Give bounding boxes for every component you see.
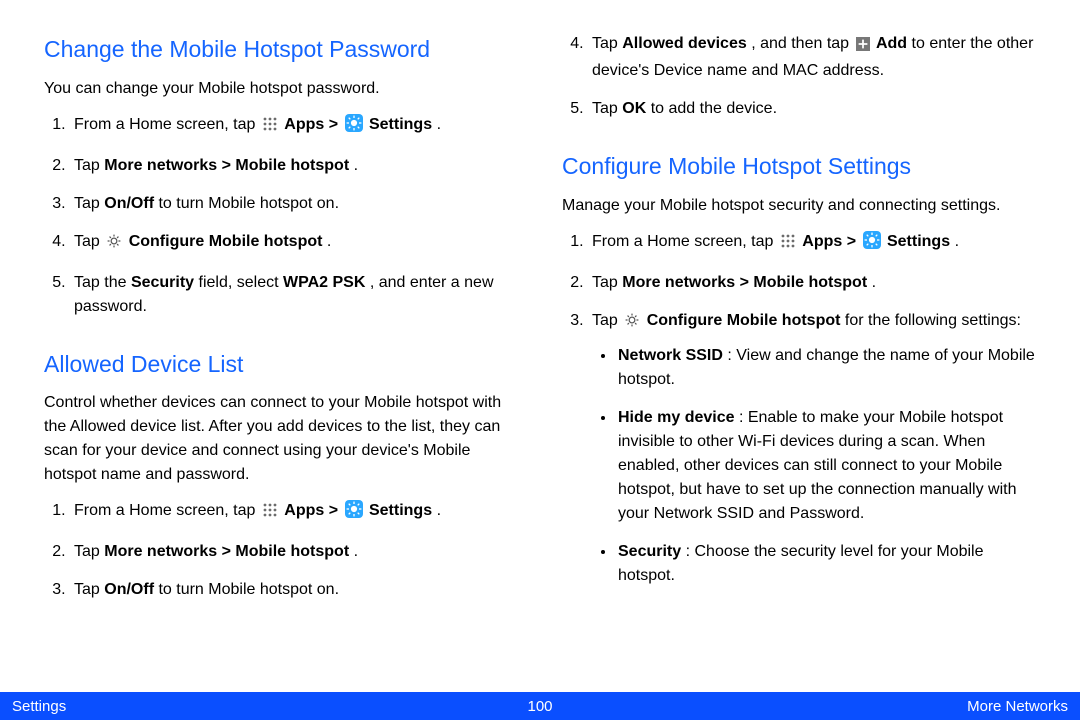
settings-label: Settings (369, 116, 432, 133)
text: field, select (199, 274, 283, 291)
gear-icon (624, 312, 640, 336)
heading-allowed-device-list: Allowed Device List (44, 347, 526, 382)
bold-text: Security (618, 543, 681, 560)
text: From a Home screen, tap (74, 502, 260, 519)
top-bar (0, 0, 1074, 4)
settings-icon (345, 500, 363, 526)
text: Tap (592, 100, 622, 117)
text: . (437, 502, 441, 519)
bold-text: OK (622, 100, 646, 117)
text: Tap (74, 233, 104, 250)
bold-text: More networks > Mobile hotspot (104, 157, 349, 174)
list-item: Tap More networks > Mobile hotspot . (588, 271, 1044, 295)
settings-bullets: Network SSID : View and change the name … (592, 344, 1044, 588)
apps-icon (262, 116, 278, 140)
text: to turn Mobile hotspot on. (158, 581, 339, 598)
steps-change-password: From a Home screen, tap Apps > Settings … (44, 113, 526, 319)
text: . (354, 157, 358, 174)
apps-label: Apps > (802, 233, 860, 250)
footer-left: Settings (12, 698, 66, 715)
bold-text: On/Off (104, 581, 154, 598)
text: Tap (74, 581, 104, 598)
text: From a Home screen, tap (592, 233, 778, 250)
text: . (872, 274, 876, 291)
text: to add the device. (651, 100, 777, 117)
text: for the following settings: (845, 312, 1021, 329)
bold-text: On/Off (104, 195, 154, 212)
list-item: Tap On/Off to turn Mobile hotspot on. (70, 578, 526, 602)
page-footer: Settings 100 More Networks (0, 692, 1080, 720)
footer-right: More Networks (967, 698, 1068, 715)
list-item: Tap OK to add the device. (588, 97, 1044, 121)
bold-text: Configure Mobile hotspot (647, 312, 841, 329)
bold-text: More networks > Mobile hotspot (104, 543, 349, 560)
lead-text: Control whether devices can connect to y… (44, 391, 526, 487)
bold-text: Network SSID (618, 347, 723, 364)
apps-icon (780, 233, 796, 257)
heading-change-password: Change the Mobile Hotspot Password (44, 32, 526, 67)
bold-text: Allowed devices (622, 35, 747, 52)
bold-text: Hide my device (618, 409, 735, 426)
bold-text: Configure Mobile hotspot (129, 233, 323, 250)
settings-icon (345, 114, 363, 140)
list-item: From a Home screen, tap Apps > Settings … (588, 230, 1044, 257)
text: to turn Mobile hotspot on. (158, 195, 339, 212)
text: Tap the (74, 274, 131, 291)
document-page: { "left": { "section_a": { "title": "Cha… (0, 0, 1080, 720)
apps-label: Apps > (284, 502, 342, 519)
list-item: Tap More networks > Mobile hotspot . (70, 154, 526, 178)
gear-icon (106, 233, 122, 257)
text: Tap (592, 312, 622, 329)
steps-configure: From a Home screen, tap Apps > Settings … (562, 230, 1044, 588)
list-item: Tap Allowed devices , and then tap Add t… (588, 32, 1044, 83)
two-column-layout: Change the Mobile Hotspot Password You c… (0, 0, 1080, 660)
apps-icon (262, 502, 278, 526)
text: Tap (74, 157, 104, 174)
bold-text: More networks > Mobile hotspot (622, 274, 867, 291)
right-column: Tap Allowed devices , and then tap Add t… (562, 32, 1044, 660)
list-item: Security : Choose the security level for… (616, 540, 1044, 588)
list-item: Tap Configure Mobile hotspot for the fol… (588, 309, 1044, 588)
left-column: Change the Mobile Hotspot Password You c… (44, 32, 526, 660)
apps-label: Apps > (284, 116, 342, 133)
list-item: Tap More networks > Mobile hotspot . (70, 540, 526, 564)
list-item: Tap Configure Mobile hotspot . (70, 230, 526, 257)
settings-label: Settings (887, 233, 950, 250)
text: . (354, 543, 358, 560)
text: Tap (592, 35, 622, 52)
list-item: Hide my device : Enable to make your Mob… (616, 406, 1044, 526)
text: Tap (592, 274, 622, 291)
plus-icon (856, 35, 870, 59)
list-item: From a Home screen, tap Apps > Settings … (70, 113, 526, 140)
bold-text: WPA2 PSK (283, 274, 365, 291)
settings-icon (863, 231, 881, 257)
text: . (327, 233, 331, 250)
lead-text: You can change your Mobile hotspot passw… (44, 77, 526, 101)
text: , and then tap (751, 35, 853, 52)
text: Tap (74, 195, 104, 212)
list-item: Tap On/Off to turn Mobile hotspot on. (70, 192, 526, 216)
text: Tap (74, 543, 104, 560)
steps-allowed-device: From a Home screen, tap Apps > Settings … (44, 499, 526, 602)
settings-label: Settings (369, 502, 432, 519)
heading-configure-settings: Configure Mobile Hotspot Settings (562, 149, 1044, 184)
list-item: Network SSID : View and change the name … (616, 344, 1044, 392)
text: . (955, 233, 959, 250)
steps-allowed-device-cont: Tap Allowed devices , and then tap Add t… (562, 32, 1044, 121)
footer-page-number: 100 (527, 698, 552, 715)
lead-text: Manage your Mobile hotspot security and … (562, 194, 1044, 218)
text: From a Home screen, tap (74, 116, 260, 133)
add-label: Add (876, 35, 907, 52)
list-item: Tap the Security field, select WPA2 PSK … (70, 271, 526, 319)
list-item: From a Home screen, tap Apps > Settings … (70, 499, 526, 526)
bold-text: Security (131, 274, 194, 291)
text: . (437, 116, 441, 133)
